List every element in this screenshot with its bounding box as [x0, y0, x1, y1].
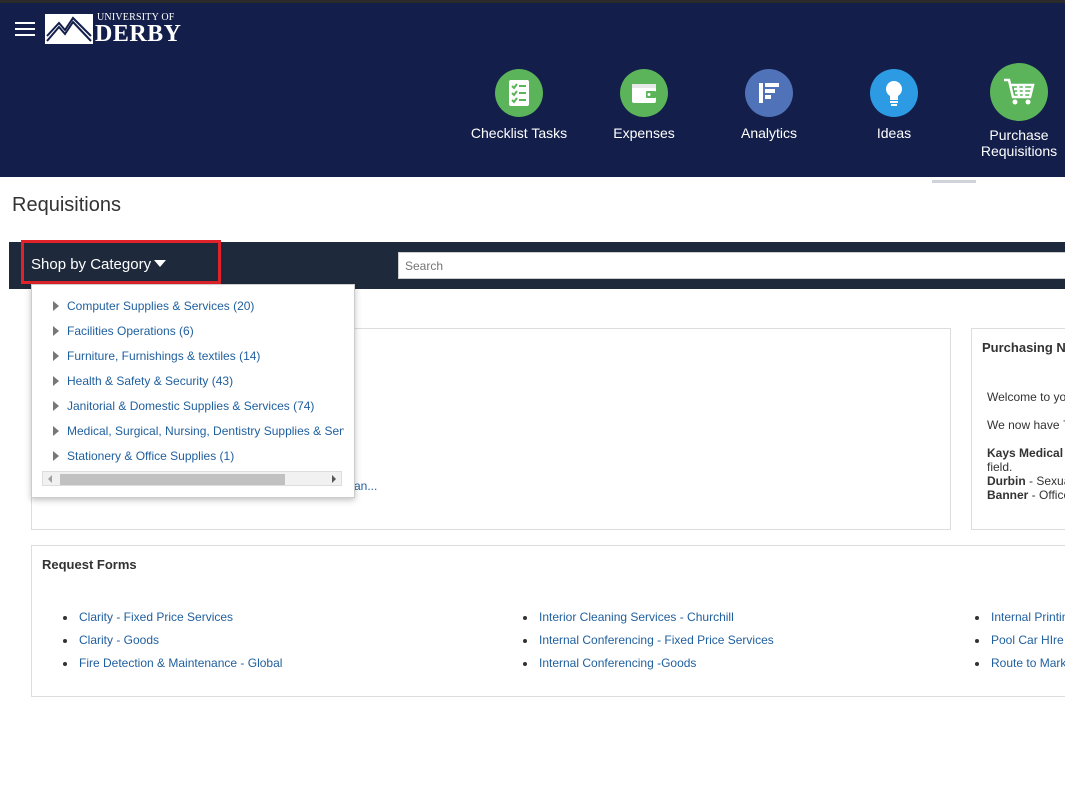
category-item[interactable]: Computer Supplies & Services (20): [32, 297, 344, 317]
wallet-icon: [620, 69, 668, 117]
forms-column: Clarity - Fixed Price Services Clarity -…: [62, 610, 282, 679]
request-forms-panel: Request Forms Clarity - Fixed Price Serv…: [31, 545, 1065, 697]
app-label: Purchase Requisitions: [980, 127, 1058, 159]
app-checklist-tasks[interactable]: Checklist Tasks: [459, 69, 579, 141]
shop-by-category-button[interactable]: Shop by Category: [21, 240, 221, 284]
hamburger-menu-icon[interactable]: [15, 22, 35, 36]
request-form-link[interactable]: Pool Car HIre: [974, 633, 1065, 656]
category-item[interactable]: Stationery & Office Supplies (1): [32, 447, 344, 467]
purchasing-news-panel: Purchasing N Welcome to yo We now have 7…: [971, 328, 1065, 530]
news-line: field.: [987, 460, 1013, 474]
expand-arrow-icon[interactable]: [53, 376, 59, 386]
page-title: Requisitions: [12, 194, 121, 216]
request-form-link[interactable]: Internal Conferencing - Fixed Price Serv…: [523, 633, 774, 656]
app-purchase-requisitions[interactable]: Purchase Requisitions: [959, 63, 1065, 159]
expand-arrow-icon[interactable]: [53, 351, 59, 361]
shop-bar: Shop by Category: [9, 240, 1065, 289]
search-input[interactable]: [398, 252, 1065, 279]
request-form-link[interactable]: Interior Cleaning Services - Churchill: [523, 610, 774, 633]
category-item[interactable]: Medical, Surgical, Nursing, Dentistry Su…: [32, 422, 344, 442]
logo-mountains-icon: [45, 14, 93, 44]
category-dropdown: Computer Supplies & Services (20) Facili…: [31, 284, 355, 498]
request-form-link[interactable]: Route to Mark: [974, 656, 1065, 679]
news-line: - Sexua: [1029, 474, 1065, 488]
category-label: Janitorial & Domestic Supplies & Service…: [67, 399, 315, 413]
category-label: Facilities Operations (6): [67, 324, 194, 338]
category-label: Medical, Surgical, Nursing, Dentistry Su…: [67, 424, 344, 438]
app-label: Analytics: [740, 125, 798, 141]
scrollbar-thumb[interactable]: [60, 474, 285, 485]
app-label: Ideas: [876, 125, 912, 141]
page-indicator: [932, 180, 976, 183]
lightbulb-icon: [870, 69, 918, 117]
analytics-icon: [745, 69, 793, 117]
category-label: Stationery & Office Supplies (1): [67, 449, 235, 463]
category-item[interactable]: Health & Safety & Security (43): [32, 372, 344, 392]
expand-arrow-icon[interactable]: [53, 301, 59, 311]
partially-hidden-link[interactable]: an...: [354, 479, 377, 493]
shop-by-category-label: Shop by Category: [31, 256, 152, 273]
category-item[interactable]: Janitorial & Domestic Supplies & Service…: [32, 397, 344, 417]
request-form-link[interactable]: Internal Printin: [974, 610, 1065, 633]
app-label: Checklist Tasks: [470, 125, 568, 141]
app-expenses[interactable]: Expenses: [584, 69, 704, 141]
news-line: Welcome to yo: [987, 390, 1065, 404]
caret-down-icon: [154, 260, 167, 267]
shopping-cart-icon: [990, 63, 1048, 121]
news-line: We now have 7: [987, 418, 1065, 432]
checklist-icon: [495, 69, 543, 117]
expand-arrow-icon[interactable]: [53, 451, 59, 461]
news-supplier-name: Banner: [987, 488, 1029, 502]
news-supplier-name: Durbin: [987, 474, 1026, 488]
horizontal-scrollbar[interactable]: [42, 471, 342, 486]
app-ideas[interactable]: Ideas: [834, 69, 954, 141]
app-springboard: Checklist Tasks Expenses Analytics Ideas…: [0, 63, 1065, 173]
category-label: Health & Safety & Security (43): [67, 374, 234, 388]
university-logo[interactable]: UNIVERSITY OF DERBY: [45, 11, 181, 47]
logo-text-big: DERBY: [95, 21, 182, 47]
news-line: - Office: [1031, 488, 1065, 502]
category-label: Computer Supplies & Services (20): [67, 299, 255, 313]
news-supplier-name: Kays Medical: [987, 446, 1064, 460]
request-forms-title: Request Forms: [42, 557, 137, 572]
scroll-right-icon[interactable]: [332, 475, 336, 483]
request-form-link[interactable]: Clarity - Goods: [62, 633, 282, 656]
request-form-link[interactable]: Fire Detection & Maintenance - Global: [62, 656, 282, 679]
forms-column: Interior Cleaning Services - Churchill I…: [523, 610, 774, 679]
app-analytics[interactable]: Analytics: [709, 69, 829, 141]
category-item[interactable]: Furniture, Furnishings & textiles (14): [32, 347, 344, 367]
category-label: Furniture, Furnishings & textiles (14): [67, 349, 261, 363]
app-label: Expenses: [613, 125, 675, 141]
app-header: UNIVERSITY OF DERBY Checklist Tasks Expe…: [0, 3, 1065, 177]
request-form-link[interactable]: Internal Conferencing -Goods: [523, 656, 774, 679]
scroll-left-icon[interactable]: [48, 475, 52, 483]
forms-column: Internal Printin Pool Car HIre Route to …: [974, 610, 1065, 679]
panel-title: Purchasing N: [982, 340, 1065, 355]
request-form-link[interactable]: Clarity - Fixed Price Services: [62, 610, 282, 633]
expand-arrow-icon[interactable]: [53, 326, 59, 336]
expand-arrow-icon[interactable]: [53, 426, 59, 436]
category-item[interactable]: Facilities Operations (6): [32, 322, 344, 342]
expand-arrow-icon[interactable]: [53, 401, 59, 411]
